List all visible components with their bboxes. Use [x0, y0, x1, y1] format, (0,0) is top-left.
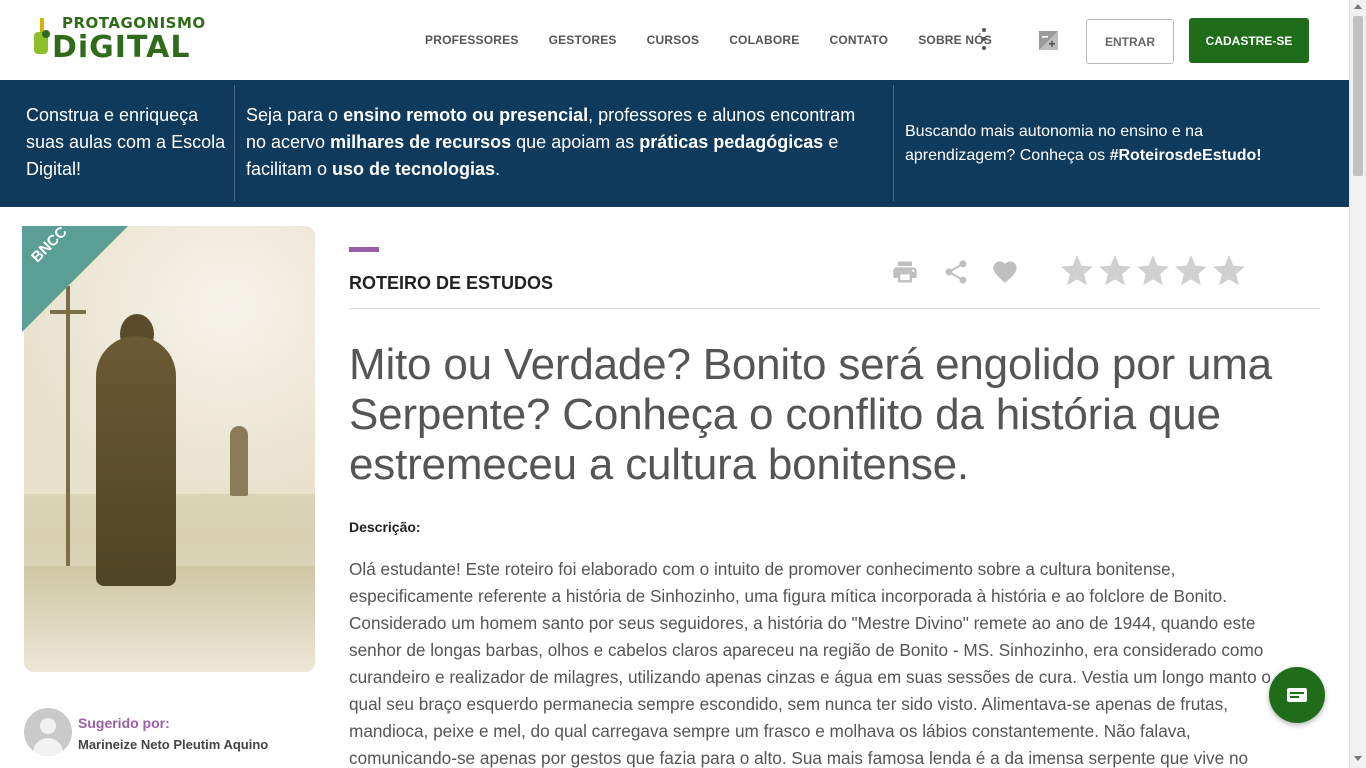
star-icon[interactable] [1134, 252, 1172, 290]
scrollbar-thumb[interactable] [1353, 16, 1363, 176]
nav-professores[interactable]: PROFESSORES [425, 33, 519, 47]
star-icon[interactable] [1172, 252, 1210, 290]
star-rating[interactable] [1058, 252, 1248, 290]
logo-text-line2: DiGITAL [52, 30, 191, 65]
description-text: Olá estudante! Este roteiro foi elaborad… [349, 559, 1271, 768]
description-label: Descrição: [349, 519, 421, 535]
banner-text-3[interactable]: Buscando mais autonomia no ensino e na a… [905, 120, 1285, 168]
suggested-by-name: Marineize Neto Pleutim Aquino [78, 737, 269, 752]
banner-divider [234, 85, 235, 201]
heart-icon[interactable] [991, 258, 1019, 286]
slideshow-icon [1287, 688, 1307, 702]
login-button[interactable]: ENTRAR [1086, 19, 1174, 64]
section-accent-bar [349, 247, 379, 252]
floating-action-button[interactable] [1269, 667, 1325, 723]
site-header: PROTAGONISMO DiGITAL PROFESSORES GESTORE… [0, 0, 1349, 80]
site-logo[interactable]: PROTAGONISMO DiGITAL [34, 10, 205, 65]
star-icon[interactable] [1096, 252, 1134, 290]
nav-cursos[interactable]: CURSOS [647, 33, 700, 47]
banner-divider [893, 85, 894, 201]
signup-button[interactable]: CADASTRE-SE [1189, 18, 1309, 63]
banner-text-1: Construa e enriqueça suas aulas com a Es… [26, 105, 226, 179]
share-icon[interactable] [942, 258, 970, 286]
info-banner: Construa e enriqueça suas aulas com a Es… [0, 80, 1349, 207]
section-divider [349, 308, 1320, 309]
nav-colabore[interactable]: COLABORE [729, 33, 799, 47]
nav-contato[interactable]: CONTATO [829, 33, 888, 47]
scroll-down-arrow-icon[interactable] [1354, 756, 1362, 761]
scroll-up-arrow-icon[interactable] [1354, 4, 1362, 9]
nav-gestores[interactable]: GESTORES [549, 33, 617, 47]
resource-title: Mito ou Verdade? Bonito será engolido po… [349, 340, 1272, 489]
star-icon[interactable] [1210, 252, 1248, 290]
vertical-scrollbar[interactable] [1349, 0, 1366, 768]
main-nav: PROFESSORES GESTORES CURSOS COLABORE CON… [410, 0, 1007, 80]
logo-mark-icon [34, 18, 50, 54]
star-icon[interactable] [1058, 252, 1096, 290]
bncc-ribbon [22, 226, 128, 332]
contrast-icon[interactable] [1039, 31, 1058, 50]
kebab-menu-icon[interactable] [977, 28, 991, 50]
section-title: ROTEIRO DE ESTUDOS [349, 273, 554, 293]
avatar [24, 708, 72, 756]
print-icon[interactable] [891, 258, 919, 286]
suggested-by-label: Sugerido por: [78, 715, 170, 731]
banner-text-2: Seja para o ensino remoto ou presencial,… [246, 105, 856, 179]
